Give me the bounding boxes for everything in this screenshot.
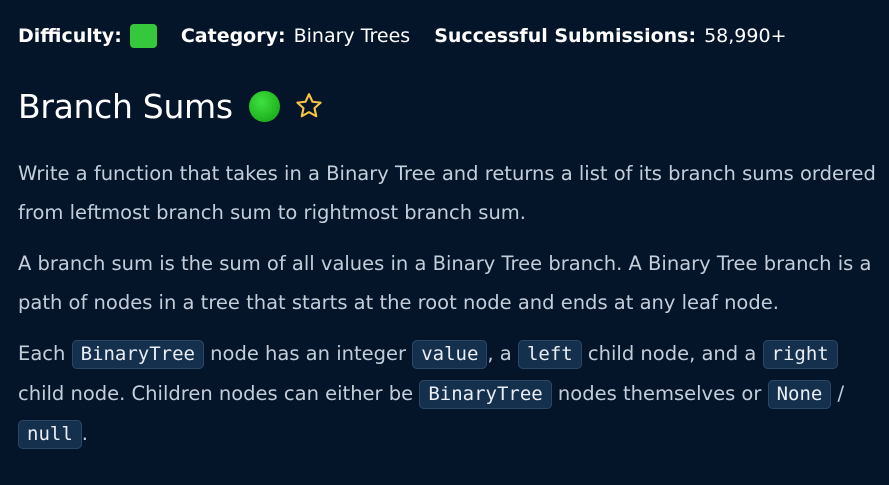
text-segment: child node, and a [581,342,763,365]
category-value: Binary Trees [293,25,411,47]
text-segment: nodes themselves or [551,382,768,405]
code-binarytree: BinaryTree [419,380,552,409]
text-segment: / [831,382,845,405]
difficulty-indicator [129,24,157,48]
description-paragraph-3: Each BinaryTree node has an integer valu… [18,334,878,454]
code-value: value [412,340,488,369]
text-segment: node has an integer [203,342,413,365]
star-outline-icon[interactable] [294,91,324,121]
category-label: Category: [180,25,286,47]
submissions-label: Successful Submissions: [434,25,697,47]
description-paragraph-1: Write a function that takes in a Binary … [18,162,876,224]
question-title: Branch Sums [18,86,233,126]
description-paragraph-2: A branch sum is the sum of all values in… [18,252,872,314]
text-segment: . [81,422,88,445]
code-none: None [767,380,832,409]
text-segment: Each [18,342,72,365]
code-right: right [762,340,838,369]
code-left: left [517,340,582,369]
question-meta-bar: Difficulty: Category: Binary Trees Succe… [18,22,787,50]
question-title-row: Branch Sums [18,84,324,128]
code-null: null [18,420,82,449]
difficulty-label: Difficulty: [18,25,122,47]
code-binarytree: BinaryTree [71,340,204,369]
text-segment: , a [487,342,518,365]
submissions-value: 58,990+ [704,25,787,47]
completion-status-icon [248,90,280,122]
text-segment: child node. Children nodes can either be [18,382,420,405]
